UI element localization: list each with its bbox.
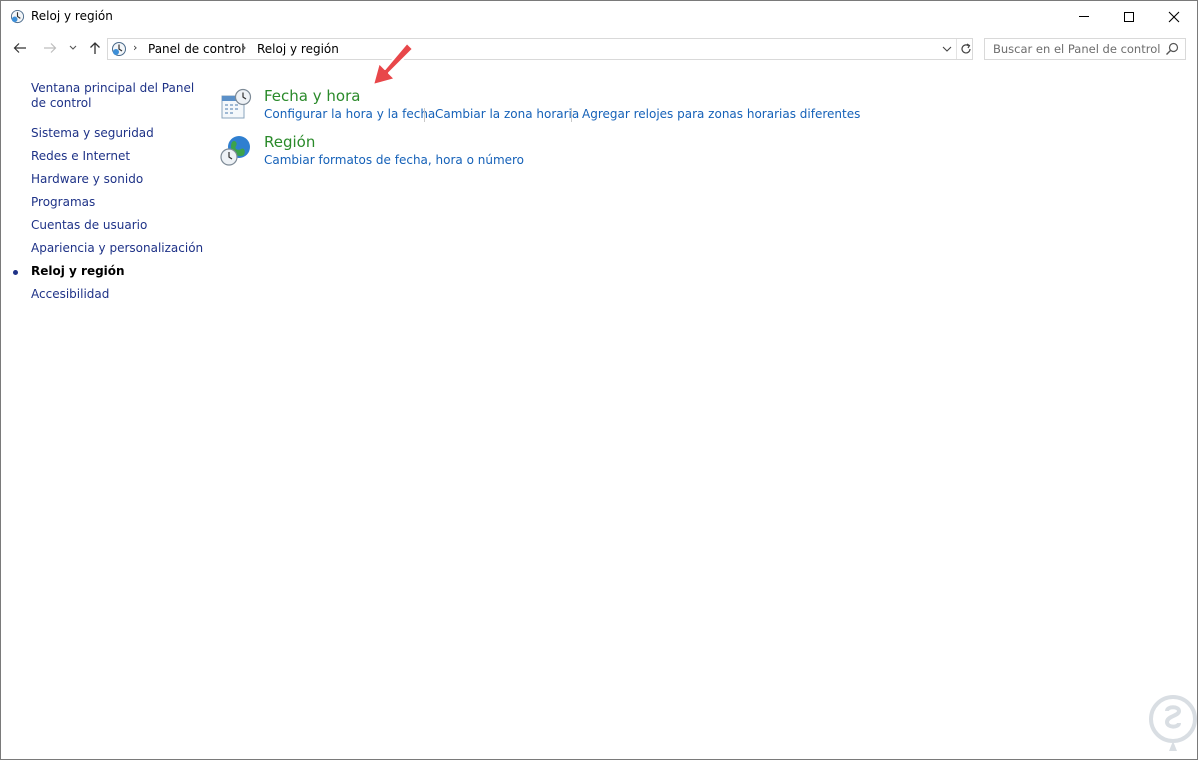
arrow-left-icon — [13, 43, 26, 53]
sidebar-item-user-accounts[interactable]: Cuentas de usuario — [31, 218, 147, 232]
link-change-time-zone[interactable]: Cambiar la zona horaria — [435, 107, 579, 121]
search-icon[interactable] — [1165, 42, 1179, 56]
annotation-arrow-icon — [372, 42, 414, 86]
link-change-formats[interactable]: Cambiar formatos de fecha, hora o número — [264, 153, 524, 167]
breadcrumb-clock-region[interactable]: Reloj y región — [257, 42, 339, 56]
sidebar-item-clock-region[interactable]: Reloj y región — [31, 264, 125, 278]
sidebar-item-home[interactable]: Ventana principal del Panel de control — [31, 81, 201, 111]
title-bar[interactable]: Reloj y región — [1, 1, 1197, 32]
link-separator — [424, 108, 425, 122]
maximize-button[interactable] — [1106, 1, 1152, 32]
back-button[interactable] — [10, 38, 30, 58]
sidebar-item-system-security[interactable]: Sistema y seguridad — [31, 126, 154, 140]
arrow-up-icon — [90, 42, 100, 54]
window-title: Reloj y región — [31, 9, 113, 23]
globe-clock-icon[interactable] — [219, 133, 253, 167]
search-box[interactable] — [984, 38, 1186, 60]
forward-button[interactable] — [40, 38, 60, 58]
chevron-down-icon — [942, 46, 952, 52]
arrow-right-icon — [44, 43, 57, 53]
control-panel-window: Reloj y región › Panel de control › Relo… — [0, 0, 1198, 760]
calendar-clock-icon[interactable] — [219, 87, 253, 121]
category-title-date-time[interactable]: Fecha y hora — [264, 87, 360, 105]
navigation-bar: › Panel de control › Reloj y región — [1, 32, 1197, 66]
close-icon — [1168, 11, 1180, 22]
link-separator — [571, 108, 572, 122]
current-item-bullet — [13, 270, 18, 275]
chevron-down-icon — [69, 45, 77, 50]
refresh-button[interactable] — [956, 39, 974, 59]
breadcrumb-control-panel[interactable]: Panel de control — [148, 42, 245, 56]
sidebar-item-hardware-sound[interactable]: Hardware y sonido — [31, 172, 143, 186]
refresh-icon — [960, 43, 971, 54]
address-history-button[interactable] — [938, 39, 956, 59]
close-button[interactable] — [1151, 1, 1197, 32]
sidebar-item-programs[interactable]: Programas — [31, 195, 95, 209]
sidebar-item-accessibility[interactable]: Accesibilidad — [31, 287, 109, 301]
chevron-right-icon: › — [133, 41, 138, 54]
minimize-icon — [1079, 16, 1089, 17]
minimize-button[interactable] — [1061, 1, 1107, 32]
sidebar: Ventana principal del Panel de control S… — [1, 66, 211, 756]
category-title-region[interactable]: Región — [264, 133, 315, 151]
clock-region-icon — [10, 9, 25, 24]
link-add-clocks[interactable]: Agregar relojes para zonas horarias dife… — [582, 107, 860, 121]
sidebar-item-appearance[interactable]: Apariencia y personalización — [31, 241, 203, 255]
recent-locations-button[interactable] — [64, 38, 82, 58]
up-button[interactable] — [85, 38, 105, 58]
search-input[interactable] — [985, 39, 1161, 59]
sidebar-item-network-internet[interactable]: Redes e Internet — [31, 149, 130, 163]
chevron-right-icon[interactable]: › — [242, 41, 246, 54]
clock-region-icon — [112, 42, 126, 56]
address-bar[interactable]: › Panel de control › Reloj y región — [107, 38, 973, 60]
link-set-time-date[interactable]: Configurar la hora y la fecha — [264, 107, 435, 121]
maximize-icon — [1124, 11, 1134, 22]
watermark-logo-icon — [1149, 695, 1197, 751]
